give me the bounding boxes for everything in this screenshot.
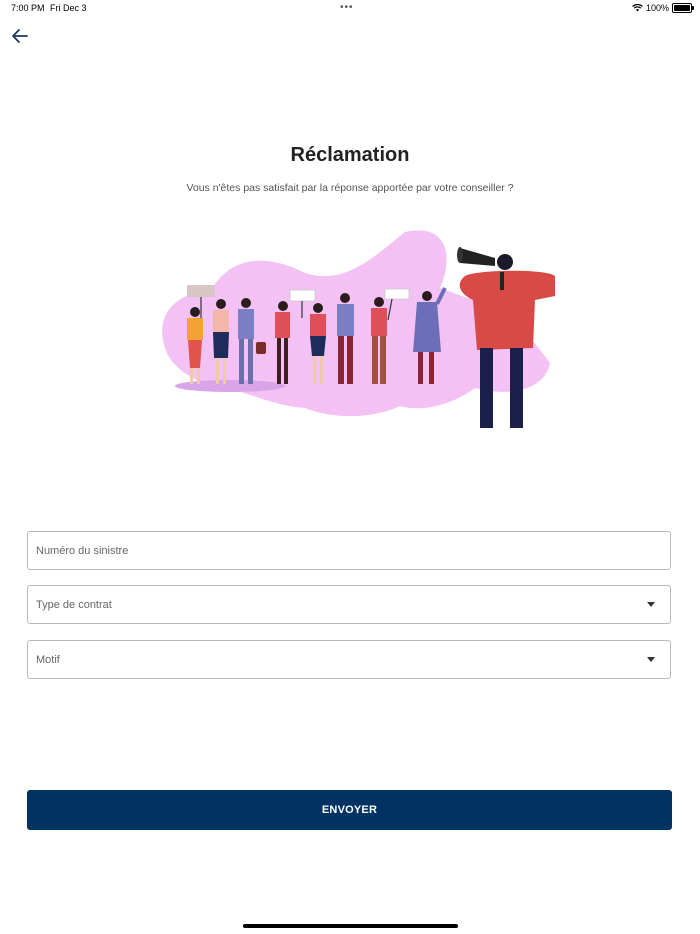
- caret-down-icon: [647, 602, 655, 607]
- arrow-left-icon: [12, 29, 28, 43]
- claim-number-input[interactable]: [36, 544, 662, 557]
- multitasking-dots[interactable]: •••: [340, 2, 354, 13]
- page-title: Réclamation: [290, 144, 410, 166]
- reason-select[interactable]: Motif: [27, 640, 671, 679]
- claim-number-field[interactable]: [27, 531, 671, 570]
- contract-type-label: Type de contrat: [36, 598, 112, 611]
- caret-down-icon: [647, 657, 655, 662]
- status-bar: 7:00 PM Fri Dec 3 ••• 100%: [0, 0, 700, 18]
- status-date: Fri Dec 3: [50, 3, 87, 13]
- contract-type-select[interactable]: Type de contrat: [27, 585, 671, 624]
- back-button[interactable]: [9, 26, 31, 46]
- battery-icon: [672, 3, 694, 13]
- status-time: 7:00 PM: [11, 3, 45, 13]
- battery-percent: 100%: [645, 3, 669, 13]
- page-subtitle: Vous n'êtes pas satisfait par la réponse…: [186, 182, 514, 194]
- protest-illustration: [162, 230, 555, 428]
- reason-label: Motif: [36, 653, 60, 666]
- home-indicator[interactable]: [243, 924, 458, 928]
- submit-button[interactable]: ENVOYER: [27, 790, 672, 830]
- wifi-icon: [632, 4, 643, 12]
- status-right: 100%: [632, 3, 694, 13]
